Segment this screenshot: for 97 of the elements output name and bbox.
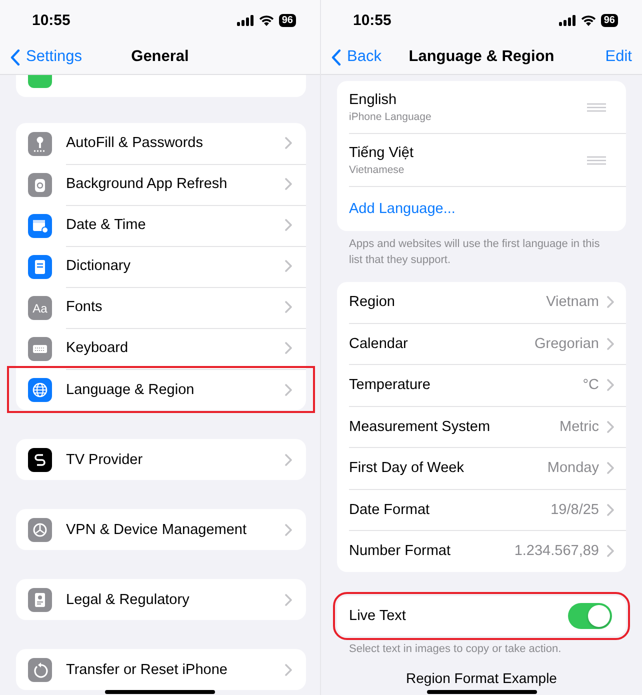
settings-row[interactable]: Background App Refresh (16, 164, 306, 205)
chevron-icon (607, 420, 614, 433)
region-setting-row[interactable]: Number Format 1.234.567,89 (349, 531, 626, 572)
screen-title: General (131, 48, 189, 66)
language-name: English (349, 92, 398, 108)
settings-row[interactable]: Legal & Regulatory (16, 579, 306, 620)
drag-handle-icon[interactable] (587, 156, 606, 164)
live-text-toggle[interactable] (568, 602, 612, 628)
signal-icon (236, 14, 254, 26)
setting-label: Calendar (349, 336, 409, 352)
status-time: 10:55 (353, 12, 392, 28)
back-chevron-icon (331, 48, 341, 66)
row-label: Background App Refresh (66, 176, 228, 192)
language-subtitle: iPhone Language (349, 110, 432, 122)
language-subtitle: Vietnamese (349, 164, 406, 176)
settings-row[interactable]: TV Provider (16, 439, 306, 480)
row-label: AutoFill & Passwords (66, 135, 204, 151)
row-label: Keyboard (66, 340, 130, 356)
battery-level: 96 (600, 14, 618, 26)
chevron-icon (285, 342, 292, 354)
book-icon (28, 254, 52, 278)
region-setting-row[interactable]: Calendar Gregorian (349, 324, 626, 365)
settings-row[interactable]: Language & Region (10, 369, 312, 410)
calendar-icon (28, 214, 52, 238)
screen-title: Language & Region (408, 48, 554, 66)
reset-icon (28, 658, 52, 682)
chevron-icon (607, 379, 614, 392)
chevron-icon (607, 338, 614, 350)
chevron-icon (285, 664, 292, 676)
setting-label: Live Text (349, 608, 407, 624)
setting-value: Metric (560, 418, 599, 435)
chevron-icon (285, 594, 292, 606)
font-icon: Aa (28, 296, 52, 320)
region-setting-row[interactable]: Temperature °C (349, 365, 626, 406)
row-label: Legal & Regulatory (66, 592, 190, 608)
region-setting-row[interactable]: Measurement System Metric (349, 406, 626, 448)
setting-label: Region (349, 294, 396, 310)
setting-value: 1.234.567,89 (514, 543, 599, 560)
app-icon (28, 75, 52, 88)
chevron-icon (285, 260, 292, 272)
settings-row[interactable]: Keyboard (16, 328, 306, 369)
live-text-note: Select text in images to copy or take action. (349, 642, 562, 656)
setting-label: Temperature (349, 377, 432, 394)
keyboard-icon (28, 336, 52, 360)
language-name: Tiếng Việt (349, 144, 414, 160)
add-language-button[interactable]: Add Language... (337, 187, 626, 231)
document-icon (28, 588, 52, 612)
row-label: Date & Time (66, 217, 147, 233)
region-setting-row[interactable]: First Day of Week Monday (349, 448, 626, 490)
setting-value: Monday (547, 460, 599, 476)
section-heading: Region Format Example (406, 670, 557, 686)
row-label: Dictionary (66, 258, 132, 274)
language-note: Apps and websites will use the first language in this list that they support. (349, 237, 601, 268)
setting-value: Vietnam (546, 294, 599, 310)
globe-icon (28, 378, 52, 402)
wifi-icon (580, 14, 596, 26)
chevron-icon (285, 524, 292, 536)
setting-label: Date Format (349, 502, 431, 518)
row-label: Language & Region (66, 382, 196, 398)
chevron-icon (607, 504, 614, 516)
chevron-icon (607, 462, 614, 474)
chevron-icon (285, 219, 292, 231)
region-setting-row[interactable]: Region Vietnam (349, 282, 626, 324)
setting-label: First Day of Week (349, 460, 465, 476)
signal-icon (558, 14, 576, 26)
chevron-icon (285, 137, 292, 149)
chevron-icon (607, 296, 614, 308)
chevron-icon (285, 178, 292, 190)
chevron-icon (285, 384, 292, 396)
row-label: Transfer or Reset iPhone (66, 662, 228, 678)
row-label: VPN & Device Management (66, 522, 248, 538)
settings-row[interactable]: AutoFill & Passwords (16, 123, 306, 164)
region-setting-row[interactable]: Date Format 19/8/25 (349, 490, 626, 531)
row-label: Fonts (66, 299, 104, 315)
chevron-icon (285, 301, 292, 313)
settings-row[interactable]: Dictionary (16, 246, 306, 287)
settings-row[interactable]: Aa Fonts (16, 287, 306, 328)
setting-value: °C (582, 377, 599, 394)
wifi-icon (258, 14, 274, 26)
back-button[interactable]: Back (331, 48, 382, 66)
chevron-icon (285, 454, 292, 466)
edit-button[interactable]: Edit (605, 48, 632, 66)
setting-value: Gregorian (534, 336, 599, 352)
setting-label: Number Format (349, 543, 452, 560)
battery-level: 96 (278, 14, 296, 26)
setting-value: 19/8/25 (550, 502, 599, 518)
setting-label: Measurement System (349, 418, 492, 435)
drag-handle-icon[interactable] (587, 102, 606, 112)
row-label: TV Provider (66, 452, 144, 468)
settings-row[interactable]: Transfer or Reset iPhone (16, 649, 306, 690)
back-button[interactable]: Settings (10, 48, 82, 66)
back-chevron-icon (10, 48, 20, 66)
chevron-icon (607, 545, 614, 558)
settings-row[interactable]: VPN & Device Management (16, 509, 306, 550)
settings-row[interactable]: Date & Time (16, 205, 306, 246)
key-icon (28, 132, 52, 156)
status-time: 10:55 (32, 12, 70, 28)
